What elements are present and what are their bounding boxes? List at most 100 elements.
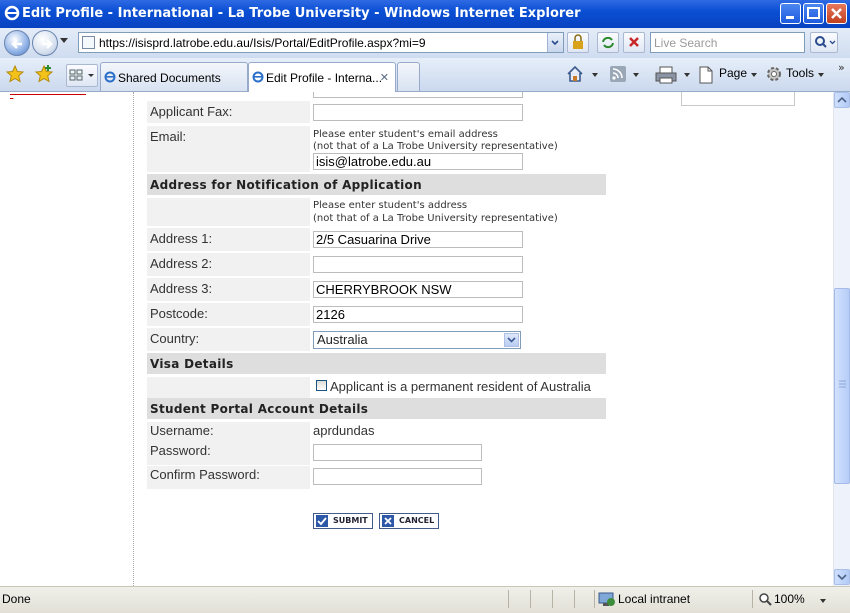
minimize-button[interactable]	[780, 3, 801, 24]
search-button[interactable]	[810, 32, 838, 53]
favorites-star-icon[interactable]	[5, 64, 25, 84]
url-dropdown-button[interactable]	[547, 33, 563, 52]
page-icon	[82, 36, 95, 49]
forward-arrow-icon	[42, 39, 53, 49]
gear-icon	[767, 67, 781, 81]
submit-button[interactable]: SUBMIT	[313, 513, 373, 529]
permanent-resident-label: Applicant is a permanent resident of Aus…	[330, 379, 591, 394]
status-divider	[594, 590, 595, 608]
lock-icon	[573, 34, 583, 49]
minimize-icon	[786, 16, 794, 19]
email-field[interactable]: isis@latrobe.edu.au	[313, 153, 523, 170]
vertical-scrollbar[interactable]	[833, 92, 850, 586]
left-navigation	[0, 92, 134, 586]
fax-label: Applicant Fax:	[147, 101, 310, 123]
scroll-thumb[interactable]	[834, 288, 850, 484]
command-bar-overflow-icon[interactable]: »	[838, 61, 845, 74]
submit-label: SUBMIT	[333, 516, 368, 525]
intranet-globe-icon	[598, 592, 615, 606]
field-above-fax[interactable]	[313, 92, 523, 98]
page-menu-button[interactable]: Page	[719, 66, 747, 80]
left-nav-link-underline[interactable]	[10, 92, 86, 95]
fax-field[interactable]	[313, 104, 523, 121]
status-divider	[752, 590, 753, 608]
permanent-resident-label-cell	[147, 377, 310, 398]
postcode-field[interactable]: 2126	[313, 306, 523, 323]
page-dropdown-icon[interactable]	[751, 73, 757, 77]
chevron-down-icon[interactable]	[504, 333, 519, 347]
title-bar: Edit Profile - International - La Trobe …	[0, 0, 850, 28]
stop-icon	[629, 37, 639, 47]
confirm-password-field[interactable]	[313, 468, 482, 485]
close-icon	[831, 8, 842, 19]
close-window-button[interactable]	[826, 3, 847, 24]
cancel-label: CANCEL	[399, 516, 435, 525]
tools-menu-button[interactable]: Tools	[786, 66, 814, 80]
internet-explorer-icon	[104, 71, 116, 83]
feeds-icon[interactable]	[609, 65, 629, 83]
tab-edit-profile[interactable]: Edit Profile - Interna... ✕	[248, 62, 396, 92]
refresh-button[interactable]	[597, 32, 619, 53]
feeds-dropdown-icon[interactable]	[633, 73, 639, 77]
address-input[interactable]: https://isisprd.latrobe.edu.au/Isis/Port…	[78, 32, 564, 53]
username-label: Username:	[147, 422, 310, 442]
address1-field[interactable]: 2/5 Casuarina Drive	[313, 231, 523, 248]
cancel-x-icon	[382, 515, 394, 527]
country-label: Country:	[147, 328, 310, 351]
visa-section-heading: Visa Details	[147, 353, 606, 374]
permanent-resident-checkbox[interactable]	[316, 380, 327, 391]
address2-label: Address 2:	[147, 253, 310, 276]
close-tab-icon[interactable]: ✕	[380, 71, 389, 84]
stop-button[interactable]	[623, 32, 645, 53]
chevron-down-icon	[837, 574, 847, 581]
status-divider	[530, 590, 531, 608]
chevron-down-icon	[551, 40, 559, 46]
tab-label: Shared Documents	[118, 71, 221, 85]
back-button[interactable]	[4, 30, 30, 56]
page-menu-icon	[699, 66, 713, 84]
print-dropdown-icon[interactable]	[684, 73, 690, 77]
address-bar-row: https://isisprd.latrobe.edu.au/Isis/Port…	[0, 28, 850, 58]
maximize-button[interactable]	[803, 3, 824, 24]
email-hint-line-1: Please enter student's email address	[313, 129, 498, 140]
grip-icon	[839, 380, 846, 388]
add-favorites-icon[interactable]	[34, 64, 56, 84]
address-section-heading: Address for Notification of Application	[147, 174, 606, 195]
search-input[interactable]: Live Search	[650, 32, 805, 53]
email-hint-line-2: (not that of a La Trobe University repre…	[313, 141, 558, 152]
address3-label: Address 3:	[147, 278, 310, 301]
history-dropdown-icon[interactable]	[60, 38, 68, 43]
back-arrow-icon	[11, 39, 22, 49]
address-hint-line-2: (not that of a La Trobe University repre…	[313, 213, 558, 224]
print-icon[interactable]	[654, 65, 678, 85]
security-lock-button[interactable]	[567, 32, 589, 53]
home-dropdown-icon[interactable]	[592, 73, 598, 77]
quick-tabs-button[interactable]	[66, 64, 98, 87]
password-field[interactable]	[313, 444, 482, 461]
address1-label: Address 1:	[147, 228, 310, 251]
chevron-up-icon	[837, 96, 847, 103]
zoom-dropdown-icon[interactable]	[820, 599, 826, 603]
country-selected-value: Australia	[317, 332, 368, 347]
tab-shared-documents[interactable]: Shared Documents	[100, 62, 248, 91]
forward-button[interactable]	[32, 30, 58, 56]
cancel-button[interactable]: CANCEL	[379, 513, 440, 529]
url-text: https://isisprd.latrobe.edu.au/Isis/Port…	[99, 36, 426, 50]
address-hint-label-cell	[147, 198, 310, 226]
status-bar: Done Local intranet 100%	[0, 586, 850, 613]
home-icon[interactable]	[565, 64, 585, 84]
zoom-level[interactable]: 100%	[774, 592, 805, 606]
password-label: Password:	[147, 442, 310, 465]
new-tab-button[interactable]	[397, 62, 420, 91]
status-divider	[508, 590, 509, 608]
tools-dropdown-icon[interactable]	[818, 73, 824, 77]
scroll-down-button[interactable]	[834, 569, 850, 585]
search-icon	[815, 36, 836, 48]
security-zone: Local intranet	[618, 592, 691, 606]
refresh-icon	[602, 36, 614, 49]
address3-field[interactable]: CHERRYBROOK NSW	[313, 281, 523, 298]
status-divider	[574, 590, 575, 608]
address2-field[interactable]	[313, 256, 523, 273]
country-select[interactable]: Australia	[313, 331, 521, 349]
scroll-up-button[interactable]	[834, 92, 850, 108]
